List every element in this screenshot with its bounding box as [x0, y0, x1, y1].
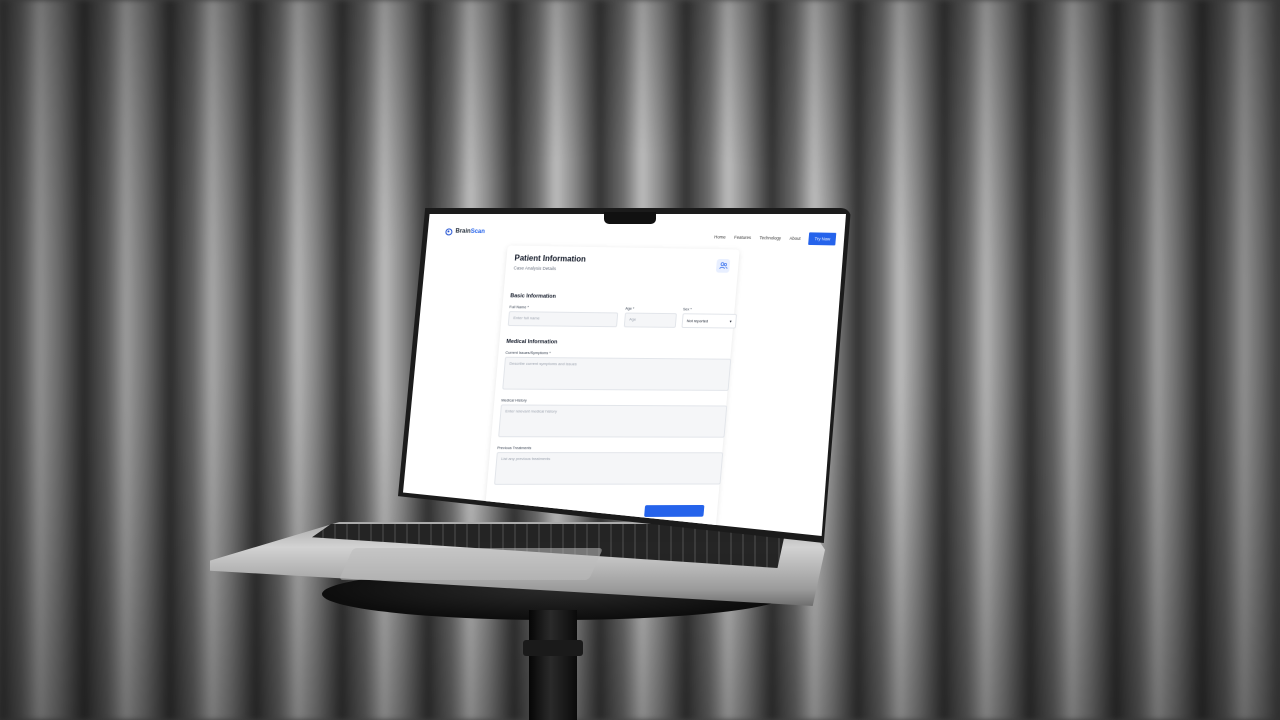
patient-form-card: Patient Information Case Analysis Detail…	[482, 245, 740, 536]
laptop-trackpad	[338, 548, 604, 580]
treatments-textarea[interactable]: List any previous treatments	[494, 452, 724, 485]
brain-icon	[445, 227, 453, 235]
sex-select-value: Not reported	[686, 318, 709, 324]
web-app: BrainScan Home Features Technology About…	[403, 214, 846, 536]
history-textarea[interactable]: Enter relevant medical history	[498, 404, 728, 438]
age-label: Age *	[625, 306, 635, 311]
symptoms-textarea[interactable]: Describe current symptoms and issues	[502, 356, 732, 391]
camera-notch	[604, 212, 656, 224]
stand-ring	[523, 640, 583, 656]
chevron-down-icon: ▾	[729, 318, 732, 324]
age-input[interactable]: Age	[623, 312, 677, 328]
top-nav: BrainScan Home Features Technology About…	[445, 222, 837, 247]
brand-name: BrainScan	[455, 228, 486, 236]
sex-label: Sex *	[682, 307, 692, 312]
nav-link-about[interactable]: About	[789, 235, 800, 240]
submit-button[interactable]	[644, 504, 705, 517]
try-now-button[interactable]: Try Now	[808, 231, 837, 245]
card-header: Patient Information Case Analysis Detail…	[513, 254, 586, 272]
nav-link-features[interactable]: Features	[734, 234, 751, 239]
stand-pole	[529, 610, 577, 720]
nav-link-technology[interactable]: Technology	[759, 235, 781, 240]
sex-select[interactable]: Not reported ▾	[681, 313, 738, 329]
brand-logo[interactable]: BrainScan	[445, 227, 486, 236]
basic-info-heading: Basic Information	[509, 293, 557, 300]
full-name-label: Full Name *	[509, 305, 529, 310]
users-icon	[715, 258, 731, 273]
treatments-label: Previous Treatments	[497, 446, 532, 451]
nav-links: Home Features Technology About Try Now	[714, 230, 837, 245]
medical-info-heading: Medical Information	[506, 338, 558, 346]
laptop-screen: BrainScan Home Features Technology About…	[403, 214, 846, 536]
full-name-input[interactable]: Enter full name	[507, 311, 619, 328]
history-label: Medical History	[501, 398, 527, 403]
nav-link-home[interactable]: Home	[714, 234, 726, 239]
page-title: Patient Information	[514, 253, 587, 264]
symptoms-label: Current Issues/Symptoms *	[505, 350, 551, 356]
page-subtitle: Case Analysis Details	[513, 265, 557, 272]
